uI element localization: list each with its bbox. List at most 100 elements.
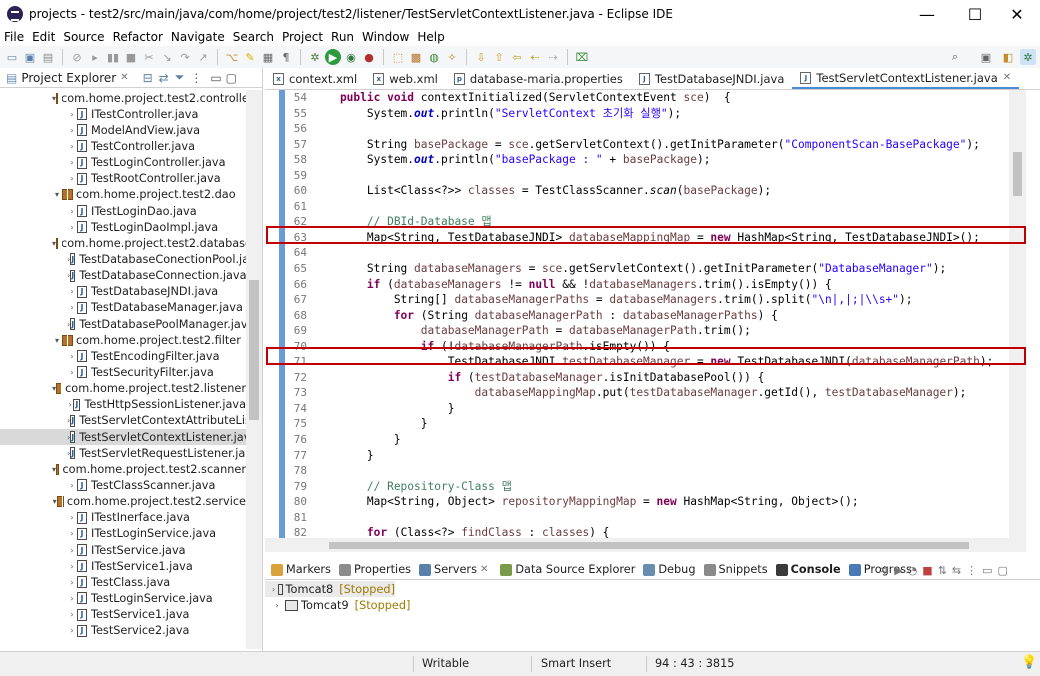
code-line[interactable] bbox=[313, 199, 1009, 215]
tree-file-item[interactable]: › J ITestService1.java bbox=[0, 558, 246, 574]
collapsed-chevron-icon[interactable]: › bbox=[67, 142, 77, 151]
external-tools-icon[interactable]: ● bbox=[361, 49, 377, 65]
collapsed-chevron-icon[interactable]: › bbox=[67, 368, 77, 377]
tree-file-item[interactable]: › J ModelAndView.java bbox=[0, 122, 246, 138]
new-class-icon[interactable]: ◍ bbox=[426, 49, 442, 65]
collapsed-chevron-icon[interactable]: › bbox=[67, 287, 77, 296]
close-icon[interactable]: ✕ bbox=[1003, 72, 1011, 83]
pin-editor-icon[interactable]: ⌧ bbox=[574, 49, 590, 65]
tree-file-item[interactable]: › J TestLoginController.java bbox=[0, 155, 246, 171]
menu-search[interactable]: Search bbox=[229, 30, 278, 44]
bottom-tab[interactable]: Data Source Explorer bbox=[496, 563, 639, 576]
collapsed-chevron-icon[interactable]: › bbox=[67, 529, 77, 538]
disconnect-icon[interactable]: ✂ bbox=[141, 49, 157, 65]
code-line[interactable]: if (databaseManagers != null && !databas… bbox=[313, 277, 1009, 293]
code-line[interactable]: databaseMappingMap.put(testDatabaseManag… bbox=[313, 385, 1009, 401]
code-line[interactable]: String basePackage = sce.getServletConte… bbox=[313, 137, 1009, 153]
tree-package-item[interactable]: ▾ com.home.project.test2.controller bbox=[0, 90, 246, 106]
bottom-tab[interactable]: Console bbox=[772, 563, 845, 576]
quick-search-icon[interactable]: ⌕ bbox=[947, 49, 963, 65]
bottom-tab[interactable]: Debug bbox=[639, 563, 699, 576]
code-line[interactable]: List<Class<?>> classes = TestClassScanne… bbox=[313, 183, 1009, 199]
tree-package-item[interactable]: ▾ com.home.project.test2.dao bbox=[0, 187, 246, 203]
suspend-icon[interactable]: ▮▮ bbox=[105, 49, 121, 65]
code-line[interactable]: for (Class<?> findClass : classes) { bbox=[313, 525, 1009, 538]
server-row[interactable]: › Tomcat9 [Stopped] bbox=[265, 597, 1040, 613]
collapsed-chevron-icon[interactable]: › bbox=[67, 562, 77, 571]
filter-icon[interactable]: ⏷ bbox=[175, 70, 185, 85]
collapsed-chevron-icon[interactable]: › bbox=[272, 601, 282, 610]
back-icon[interactable]: ⇠ bbox=[527, 49, 543, 65]
step-return-icon[interactable]: ↗ bbox=[195, 49, 211, 65]
collapsed-chevron-icon[interactable]: › bbox=[272, 585, 275, 594]
code-line[interactable]: // DBId-Database 맵 bbox=[313, 214, 1009, 230]
collapsed-chevron-icon[interactable]: › bbox=[67, 303, 77, 312]
tree-file-item[interactable]: › J TestDatabaseConectionPool.java bbox=[0, 251, 246, 267]
tree-file-item[interactable]: › J ITestLoginService.java bbox=[0, 526, 246, 542]
view-menu-icon[interactable]: ⋮ bbox=[966, 564, 977, 577]
collapsed-chevron-icon[interactable]: › bbox=[67, 126, 77, 135]
code-line[interactable]: } bbox=[313, 432, 1009, 448]
tree-file-item[interactable]: › J TestDatabaseConnection.java bbox=[0, 268, 246, 284]
code-line[interactable] bbox=[313, 168, 1009, 184]
new-package-icon[interactable]: ▩ bbox=[408, 49, 424, 65]
expand-chevron-icon[interactable]: ▾ bbox=[52, 190, 62, 199]
collapsed-chevron-icon[interactable]: › bbox=[67, 610, 77, 619]
debug-server-icon[interactable]: ✲ bbox=[880, 564, 889, 577]
view-menu-icon[interactable]: ⋮ bbox=[190, 71, 202, 85]
menu-edit[interactable]: Edit bbox=[28, 30, 59, 44]
collapsed-chevron-icon[interactable]: › bbox=[67, 578, 77, 587]
menu-run[interactable]: Run bbox=[327, 30, 358, 44]
next-annotation-icon[interactable]: ⇩ bbox=[473, 49, 489, 65]
tree-file-item[interactable]: › J TestServletRequestListener.java bbox=[0, 445, 246, 461]
code-line[interactable]: TestDatabaseJNDI testDatabaseManager = n… bbox=[313, 354, 1009, 370]
forward-icon[interactable]: ⇢ bbox=[545, 49, 561, 65]
block-selection-icon[interactable]: ▦ bbox=[260, 49, 276, 65]
tree-file-item[interactable]: › J TestLoginService.java bbox=[0, 590, 246, 606]
expand-chevron-icon[interactable]: ▾ bbox=[52, 336, 62, 345]
code-line[interactable]: Map<String, TestDatabaseJNDI> databaseMa… bbox=[313, 230, 1009, 246]
code-line[interactable] bbox=[313, 510, 1009, 526]
skip-breakpoints-icon[interactable]: ⊘ bbox=[69, 49, 85, 65]
tree-file-item[interactable]: › J TestServletContextListener.java bbox=[0, 428, 246, 446]
disconnect-server-icon[interactable]: ⇆ bbox=[952, 564, 961, 577]
stop-server-icon[interactable]: ■ bbox=[922, 564, 932, 577]
code-editor[interactable]: 54 55 56 57 58 59 60 61 62 63 64 65 66 67 68 69 70 71 72 73… bbox=[265, 90, 1040, 538]
collapsed-chevron-icon[interactable]: › bbox=[67, 174, 77, 183]
code-line[interactable]: } bbox=[313, 401, 1009, 417]
explorer-scroll-thumb[interactable] bbox=[249, 280, 259, 420]
collapsed-chevron-icon[interactable]: › bbox=[67, 158, 77, 167]
editor-tab[interactable]: p database-maria.properties bbox=[446, 68, 631, 89]
bottom-tab[interactable]: Snippets bbox=[700, 563, 772, 576]
tree-file-item[interactable]: › J TestHttpSessionListener.java bbox=[0, 397, 246, 413]
menu-project[interactable]: Project bbox=[278, 30, 327, 44]
code-line[interactable]: System.out.println("basePackage : " + ba… bbox=[313, 152, 1009, 168]
tree-file-item[interactable]: › J TestRootController.java bbox=[0, 171, 246, 187]
minimize-view-icon[interactable]: ▭ bbox=[210, 71, 221, 85]
editor-horizontal-scrollbar[interactable] bbox=[265, 538, 1026, 552]
code-line[interactable]: public void contextInitialized(ServletCo… bbox=[313, 90, 1009, 106]
close-window-button[interactable]: ✕ bbox=[994, 0, 1040, 28]
highlight-icon[interactable]: ✎ bbox=[242, 49, 258, 65]
editor-vscroll-thumb[interactable] bbox=[1013, 152, 1022, 196]
bottom-tab[interactable]: Markers bbox=[265, 563, 335, 576]
server-row[interactable]: › Tomcat8 [Stopped] bbox=[265, 581, 395, 597]
tree-package-item[interactable]: ▾ com.home.project.test2.database bbox=[0, 235, 246, 251]
collapsed-chevron-icon[interactable]: › bbox=[67, 626, 77, 635]
tree-file-item[interactable]: › J TestServletContextAttributeListe bbox=[0, 413, 246, 429]
menu-refactor[interactable]: Refactor bbox=[109, 30, 167, 44]
editor-hscroll-thumb[interactable] bbox=[329, 542, 969, 549]
minimize-view-icon[interactable]: ▭ bbox=[982, 564, 992, 577]
code-line[interactable]: } bbox=[313, 416, 1009, 432]
code-content[interactable]: public void contextInitialized(ServletCo… bbox=[313, 90, 1009, 538]
tree-file-item[interactable]: › J ITestInerface.java bbox=[0, 510, 246, 526]
prev-annotation-icon[interactable]: ⇧ bbox=[491, 49, 507, 65]
code-line[interactable]: } bbox=[313, 448, 1009, 464]
tree-file-item[interactable]: › J TestDatabaseJNDI.java bbox=[0, 284, 246, 300]
editor-tab[interactable]: J TestServletContextListener.java ✕ bbox=[792, 68, 1020, 89]
editor-tab[interactable]: J TestDatabaseJNDI.java bbox=[631, 68, 793, 89]
tree-file-item[interactable]: › J TestClassScanner.java bbox=[0, 477, 246, 493]
debug-icon[interactable]: ✲ bbox=[307, 49, 323, 65]
explorer-scrollbar[interactable] bbox=[246, 90, 262, 649]
menu-file[interactable]: File bbox=[0, 30, 28, 44]
